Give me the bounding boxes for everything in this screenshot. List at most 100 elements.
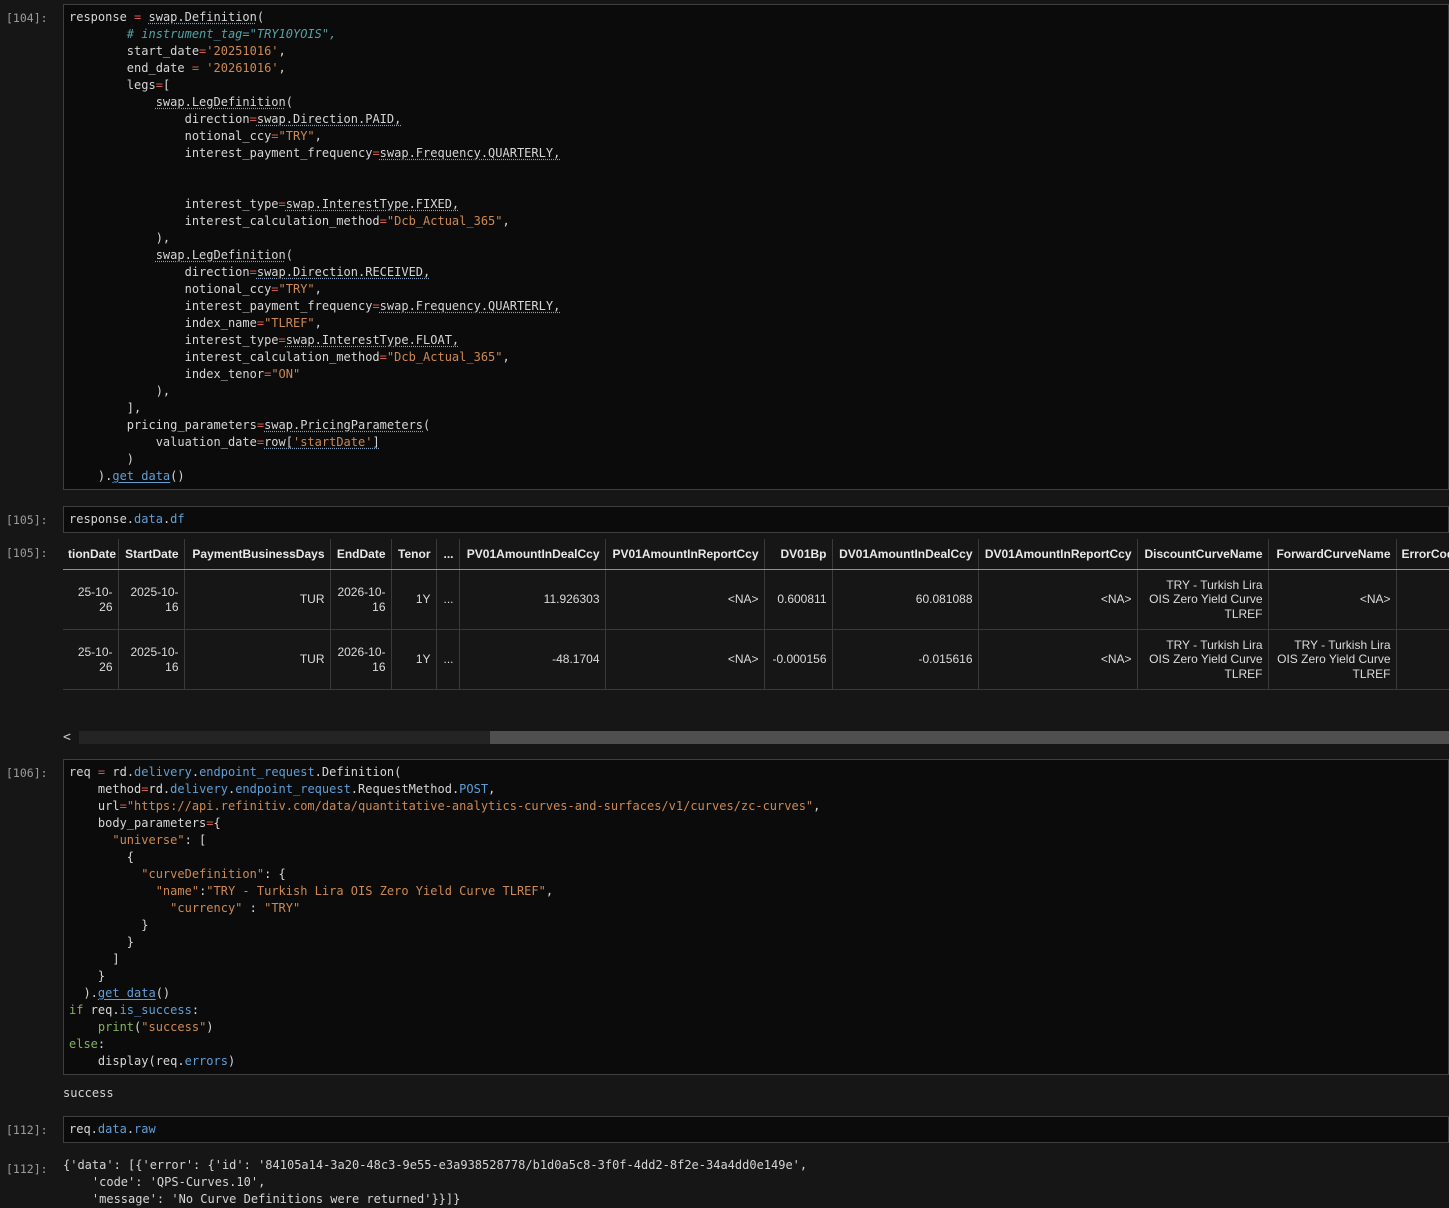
table-cell: 25-10-26 [63, 629, 118, 690]
output-prompt: [112]: [6, 1162, 48, 1176]
table-cell: TRY - Turkish Lira OIS Zero Yield Curve … [1267, 629, 1396, 690]
code-cell-112[interactable]: req.data.raw [63, 1116, 1449, 1143]
output-prompt [0, 730, 63, 737]
output-prompt: [105]: [6, 546, 48, 560]
code-line: interest_calculation_method="Dcb_Actual_… [69, 214, 510, 228]
code-line: ], [69, 401, 142, 415]
column-header: ErrorCod [1395, 539, 1449, 570]
column-header: DiscountCurveName [1136, 539, 1268, 570]
row-code-cell-112: [112]: req.data.raw [0, 1116, 1449, 1143]
code-line: valuation_date=row['startDate'] [69, 435, 380, 449]
code-line: "universe": [ [112, 833, 207, 847]
input-prompt: [105]: [6, 513, 48, 527]
table-cell: 11.926303 [458, 569, 605, 630]
code-line: interest_payment_frequency=swap.Frequenc… [69, 146, 561, 160]
row-output-table-105: [105]: tionDate StartDate PaymentBusinessDa… [0, 539, 1449, 690]
row-output-112: [112]: {'data': [{'error': {'id': '84105a… [0, 1155, 1449, 1208]
code-line: ).get_data() [69, 469, 185, 483]
table-cell: 25-10-26 [63, 569, 118, 630]
code-line: } [69, 935, 135, 949]
row-code-cell-104: [104]: response = swap.Definition( # inst… [0, 4, 1449, 490]
column-header: ... [435, 539, 459, 570]
column-header: tionDate [63, 539, 118, 570]
table-cell: 60.081088 [831, 569, 978, 630]
code-cell-106[interactable]: req = rd.delivery.endpoint_request.Defin… [63, 759, 1449, 1075]
code-line: interest_payment_frequency=swap.Frequenc… [69, 299, 561, 313]
table-cell: 2026-10-16 [329, 569, 391, 630]
column-header: DV01Bp [763, 539, 832, 570]
code-line: } [69, 918, 149, 932]
table-cell: TRY - Turkish Lira OIS Zero Yield Curve … [1136, 569, 1268, 630]
table-row: 25-10-26 2025-10-16 TUR 2026-10-16 1Y... 11.9… [63, 569, 1449, 630]
table-cell: <NA> [604, 629, 764, 690]
column-header: StartDate [117, 539, 184, 570]
table-cell [1395, 629, 1449, 690]
code-line: notional_ccy="TRY", [69, 129, 322, 143]
column-header: EndDate [329, 539, 391, 570]
table-cell: 2025-10-16 [117, 569, 184, 630]
output-line: 'code': 'QPS-Curves.10', [63, 1175, 266, 1189]
code-cell-105[interactable]: response.data.df [63, 506, 1449, 533]
code-line: } [69, 969, 106, 983]
column-header: DV01AmountInReportCcy [977, 539, 1137, 570]
code-line: ] [69, 952, 120, 966]
code-line: else: [69, 1037, 106, 1051]
code-line: # instrument_tag="TRY10YOIS", [126, 27, 337, 41]
output-line: success [63, 1086, 114, 1100]
scroll-left-icon[interactable]: < [63, 730, 79, 745]
output-table-105: tionDate StartDate PaymentBusinessDays EndD… [63, 539, 1449, 690]
table-cell: 0.600811 [763, 569, 832, 630]
table-cell: TUR [183, 629, 330, 690]
code-line: ), [69, 384, 171, 398]
table-cell: 1Y [390, 569, 436, 630]
code-cell-104[interactable]: response = swap.Definition( # instrument… [63, 4, 1449, 490]
code-line: method=rd.delivery.endpoint_request.Requ… [69, 782, 496, 796]
code-line: "curveDefinition": { [141, 867, 286, 881]
table-row: 25-10-26 2025-10-16 TUR 2026-10-16 1Y... -48.… [63, 629, 1449, 690]
code-line: print("success") [97, 1020, 214, 1034]
table-cell: ... [435, 629, 459, 690]
column-header: ForwardCurveName [1267, 539, 1396, 570]
code-line: display(req.errors) [69, 1054, 236, 1068]
scrollbar-track[interactable] [79, 731, 1449, 744]
column-header: DV01AmountInDealCcy [831, 539, 978, 570]
code-line: legs=[ [69, 78, 171, 92]
code-line: notional_ccy="TRY", [69, 282, 322, 296]
row-code-cell-105: [105]: response.data.df [0, 506, 1449, 533]
code-line: ).get_data() [69, 986, 171, 1000]
table-cell: TRY - Turkish Lira OIS Zero Yield Curve … [1136, 629, 1268, 690]
code-line: direction=swap.Direction.PAID, [69, 112, 402, 126]
table-cell [1395, 569, 1449, 630]
table-cell: -48.1704 [458, 629, 605, 690]
column-header: PV01AmountInDealCcy [458, 539, 605, 570]
code-line: req = rd.delivery.endpoint_request.Defin… [69, 765, 402, 779]
table-cell: <NA> [977, 629, 1137, 690]
code-line: response = swap.Definition( [69, 10, 265, 24]
header-row: tionDate StartDate PaymentBusinessDays EndD… [63, 539, 1449, 570]
code-line: pricing_parameters=swap.PricingParameter… [69, 418, 431, 432]
code-line: index_tenor="ON" [69, 367, 301, 381]
table-cell: 2025-10-16 [117, 629, 184, 690]
stdout-106: success [63, 1083, 1449, 1102]
code-line: ), [69, 231, 171, 245]
column-header: PV01AmountInReportCcy [604, 539, 764, 570]
row-code-cell-106: [106]: req = rd.delivery.endpoint_request… [0, 759, 1449, 1075]
code-line: { [69, 850, 135, 864]
code-line: "name":"TRY - Turkish Lira OIS Zero Yiel… [155, 884, 554, 898]
scrollbar-thumb[interactable] [490, 731, 1449, 744]
output-line: {'data': [{'error': {'id': '84105a14-3a2… [63, 1158, 808, 1172]
table-hscrollbar: < [63, 730, 1449, 745]
code-line: ) [69, 452, 135, 466]
row-stdout-106: success [0, 1083, 1449, 1102]
row-table-hscrollbar: < [0, 730, 1449, 745]
table-cell: ... [435, 569, 459, 630]
code-line: "currency" : "TRY" [170, 901, 301, 915]
table-cell: -0.015616 [831, 629, 978, 690]
table-cell: -0.000156 [763, 629, 832, 690]
code-line: url="https://api.refinitiv.com/data/quan… [69, 799, 821, 813]
code-line: index_name="TLREF", [69, 316, 322, 330]
code-line: req.data.raw [69, 1122, 156, 1136]
code-line: swap.LegDefinition( [155, 95, 293, 109]
